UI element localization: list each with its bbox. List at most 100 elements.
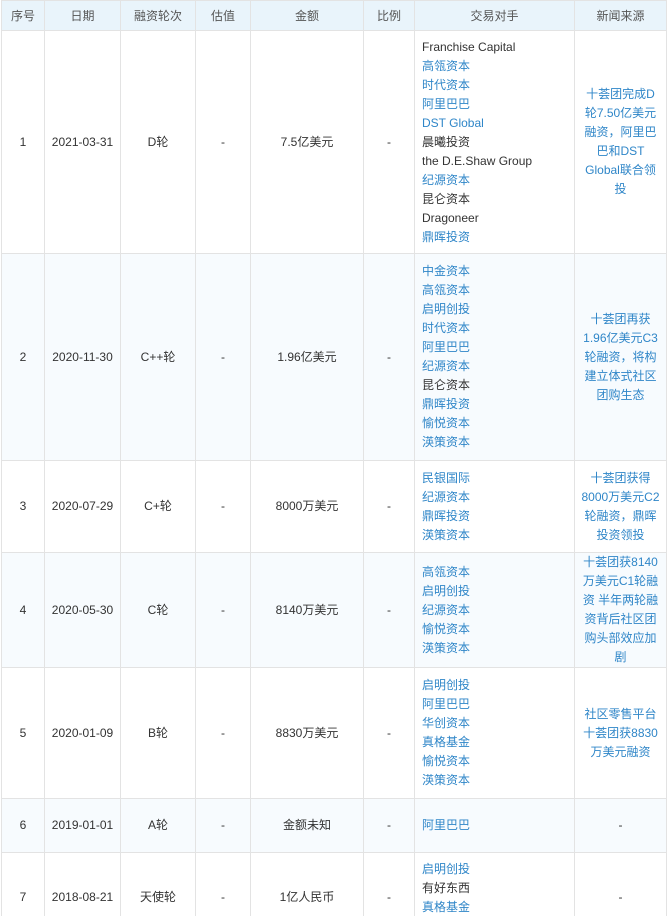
table-row: 3 2020-07-29 C+轮 -8000万美元 - 民银国际 纪源资本 鼎晖投资 渶策资本十…: [1, 460, 667, 553]
investor-name: the D.E.Shaw Group: [422, 153, 533, 168]
investor-link[interactable]: 愉悦资本: [422, 620, 570, 639]
row-round: 天使轮: [120, 852, 196, 916]
investor-link[interactable]: 高瓴资本: [422, 57, 570, 76]
investor-link[interactable]: 真格基金: [422, 733, 570, 752]
investor-link[interactable]: 真格基金: [422, 898, 570, 916]
investor-link[interactable]: 启明创投: [422, 582, 570, 601]
investor-link[interactable]: 愉悦资本: [422, 752, 570, 771]
row-index: 3: [1, 460, 45, 553]
investor-link[interactable]: 鼎晖投资: [422, 395, 570, 414]
row-date: 2020-11-30: [44, 253, 121, 461]
table-row: 1 2021-03-31 D轮 -7.5亿美元 - Franchise Capital 高瓴…: [1, 30, 667, 254]
news-link[interactable]: 十荟团完成D轮7.50亿美元融资，阿里巴巴和DST Global联合领投: [574, 30, 667, 254]
investor-link[interactable]: 阿里巴巴: [422, 95, 570, 114]
investor-link[interactable]: 中金资本: [422, 262, 570, 281]
row-date: 2018-08-21: [44, 852, 121, 916]
header-date: 日期: [44, 0, 121, 31]
row-amount: 8000万美元: [250, 460, 364, 553]
investor-link[interactable]: 纪源资本: [422, 171, 570, 190]
investor-link[interactable]: 纪源资本: [422, 601, 570, 620]
row-index: 7: [1, 852, 45, 916]
row-round: D轮: [120, 30, 196, 254]
header-round: 融资轮次: [120, 0, 196, 31]
investor-link[interactable]: 启明创投: [422, 676, 570, 695]
investor-name: Dragoneer: [422, 210, 479, 225]
investor-link[interactable]: 阿里巴巴: [422, 695, 570, 714]
table-row: 6 2019-01-01 A轮 - 金额未知 - 阿里巴巴 -: [1, 798, 667, 853]
row-amount: 1亿人民币: [250, 852, 364, 916]
investor-name: 有好东西: [422, 880, 471, 895]
row-amount: 金额未知: [250, 798, 364, 853]
row-valuation: -: [195, 667, 251, 799]
row-parties: 高瓴资本 启明创投 纪源资本 愉悦资本 渶策资本: [414, 552, 575, 668]
investor-link[interactable]: 鼎晖投资: [422, 228, 570, 247]
row-ratio: -: [363, 460, 415, 553]
row-valuation: -: [195, 798, 251, 853]
investor-link[interactable]: 民银国际: [422, 469, 570, 488]
investor-link[interactable]: 华创资本: [422, 714, 570, 733]
investor-link[interactable]: 纪源资本: [422, 488, 570, 507]
row-index: 5: [1, 667, 45, 799]
investor-link[interactable]: 时代资本: [422, 319, 570, 338]
row-valuation: -: [195, 30, 251, 254]
row-amount: 1.96亿美元: [250, 253, 364, 461]
investor-link[interactable]: 阿里巴巴: [422, 816, 570, 835]
row-round: B轮: [120, 667, 196, 799]
news-link[interactable]: 十荟团获8140万美元C1轮融资 半年两轮融资背后社区团购头部效应加剧: [574, 552, 667, 668]
investor-link[interactable]: 纪源资本: [422, 357, 570, 376]
investor-link[interactable]: DST Global: [422, 114, 570, 133]
table-header-row: 序号 日期 融资轮次 估值 金额 比例 交易对手 新闻来源: [1, 0, 667, 31]
investor-link[interactable]: 时代资本: [422, 76, 570, 95]
investor-link[interactable]: 渶策资本: [422, 771, 570, 790]
row-ratio: -: [363, 798, 415, 853]
row-amount: 8140万美元: [250, 552, 364, 668]
row-index: 6: [1, 798, 45, 853]
row-parties: 启明创投有好东西真格基金愉悦资本: [414, 852, 575, 916]
header-index: 序号: [1, 0, 45, 31]
investor-link[interactable]: 阿里巴巴: [422, 338, 570, 357]
investor-link[interactable]: 高瓴资本: [422, 281, 570, 300]
investor-link[interactable]: 渶策资本: [422, 433, 570, 452]
row-round: C++轮: [120, 253, 196, 461]
row-amount: 7.5亿美元: [250, 30, 364, 254]
investor-link[interactable]: 高瓴资本: [422, 563, 570, 582]
investor-link[interactable]: 渶策资本: [422, 639, 570, 658]
investor-link[interactable]: 启明创投: [422, 860, 570, 879]
header-amount: 金额: [250, 0, 364, 31]
row-ratio: -: [363, 30, 415, 254]
investor-link[interactable]: 鼎晖投资: [422, 507, 570, 526]
investor-link[interactable]: 启明创投: [422, 300, 570, 319]
row-parties: Franchise Capital 高瓴资本 时代资本 阿里巴巴 DST Global 晨…: [414, 30, 575, 254]
financing-table-view: 序号 日期 融资轮次 估值 金额 比例 交易对手 新闻来源 1 2021-03-3…: [0, 0, 667, 916]
row-round: A轮: [120, 798, 196, 853]
row-date: 2020-05-30: [44, 552, 121, 668]
row-ratio: -: [363, 667, 415, 799]
header-parties: 交易对手: [414, 0, 575, 31]
news-link[interactable]: 十荟团再获1.96亿美元C3轮融资，将构建立体式社区团购生态: [574, 253, 667, 461]
row-round: C轮: [120, 552, 196, 668]
row-date: 2019-01-01: [44, 798, 121, 853]
row-parties: 启明创投 阿里巴巴 华创资本 真格基金 愉悦资本 渶策资本: [414, 667, 575, 799]
row-ratio: -: [363, 253, 415, 461]
row-news: -: [574, 798, 667, 853]
row-valuation: -: [195, 852, 251, 916]
row-parties: 民银国际 纪源资本 鼎晖投资 渶策资本: [414, 460, 575, 553]
investor-name: 晨曦投资: [422, 134, 471, 149]
header-ratio: 比例: [363, 0, 415, 31]
row-news: -: [574, 852, 667, 916]
row-parties: 阿里巴巴: [414, 798, 575, 853]
row-index: 2: [1, 253, 45, 461]
row-date: 2020-07-29: [44, 460, 121, 553]
row-ratio: -: [363, 552, 415, 668]
investor-name: Franchise Capital: [422, 39, 516, 54]
investor-link[interactable]: 愉悦资本: [422, 414, 570, 433]
news-link[interactable]: 社区零售平台十荟团获8830万美元融资: [574, 667, 667, 799]
investor-name: 昆仑资本: [422, 378, 471, 392]
row-index: 4: [1, 552, 45, 668]
news-link[interactable]: 十荟团获得8000万美元C2轮融资，鼎晖投资领投: [574, 460, 667, 553]
row-date: 2020-01-09: [44, 667, 121, 799]
investor-link[interactable]: 渶策资本: [422, 526, 570, 545]
row-ratio: -: [363, 852, 415, 916]
row-parties: 中金资本 高瓴资本 启明创投 时代资本 阿里巴巴 纪源资本昆仑资本鼎晖投资 愉悦资本 渶策资本: [414, 253, 575, 461]
table-row: 4 2020-05-30 C轮 -8140万美元 - 高瓴资本 启明创投 纪源资本 愉悦资本 渶策…: [1, 552, 667, 668]
